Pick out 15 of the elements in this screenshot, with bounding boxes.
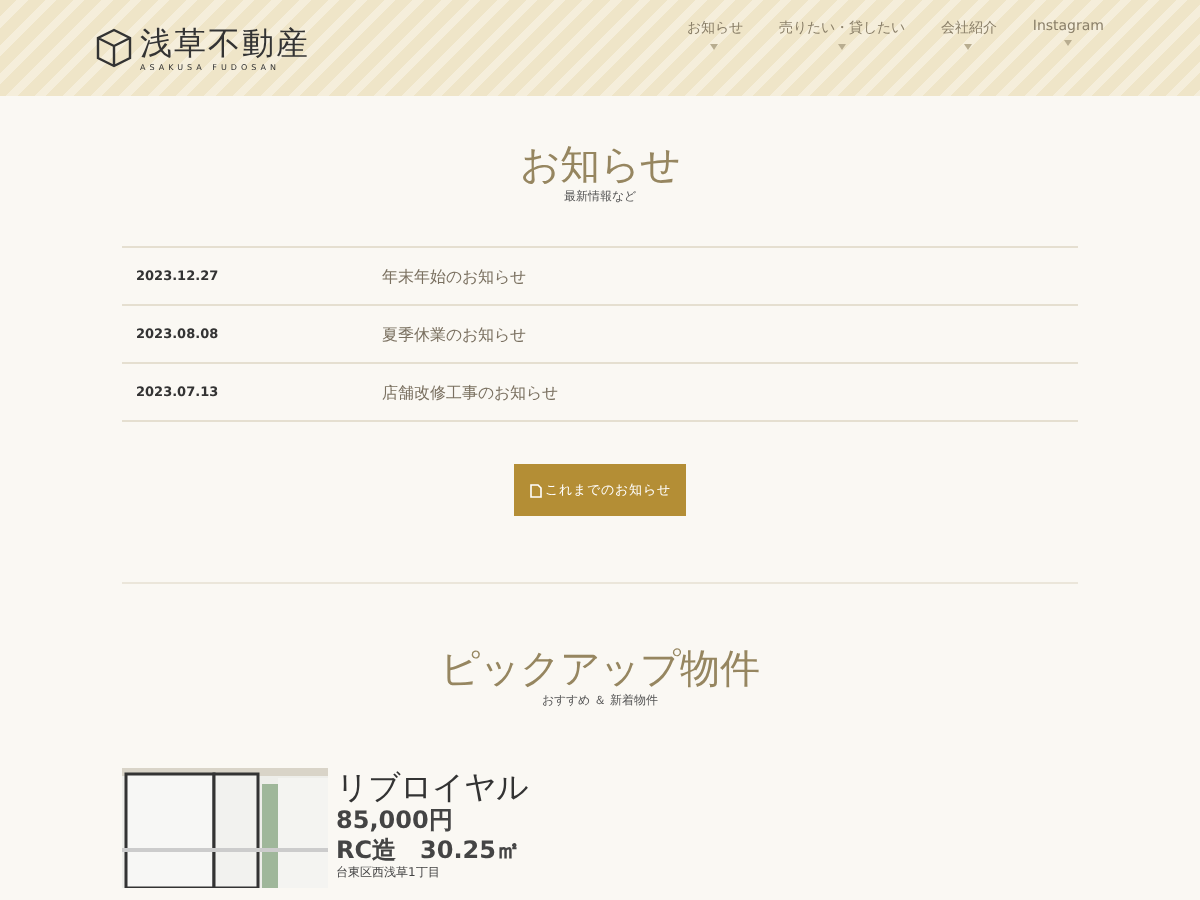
caret-icon	[710, 44, 719, 50]
property-name[interactable]: リブロイヤル	[336, 768, 528, 806]
news-link[interactable]: 店舗改修工事のお知らせ	[382, 381, 558, 403]
property-price: 85,000円	[336, 806, 455, 836]
caret-icon	[837, 44, 846, 50]
section-title: お知らせ	[520, 140, 680, 188]
news-link[interactable]: 年末年始のお知らせ	[382, 265, 526, 287]
caret-icon	[1064, 40, 1073, 46]
caret-icon	[964, 44, 973, 50]
news-link[interactable]: 夏季休業のお知らせ	[382, 323, 526, 345]
document-icon	[529, 483, 541, 497]
section-title: ピックアップ物件	[440, 644, 760, 692]
cube-logo-icon	[96, 28, 132, 68]
logo-text[interactable]: 浅草不動産	[140, 25, 310, 61]
property-spec: RC造 30.25㎡	[336, 836, 523, 866]
